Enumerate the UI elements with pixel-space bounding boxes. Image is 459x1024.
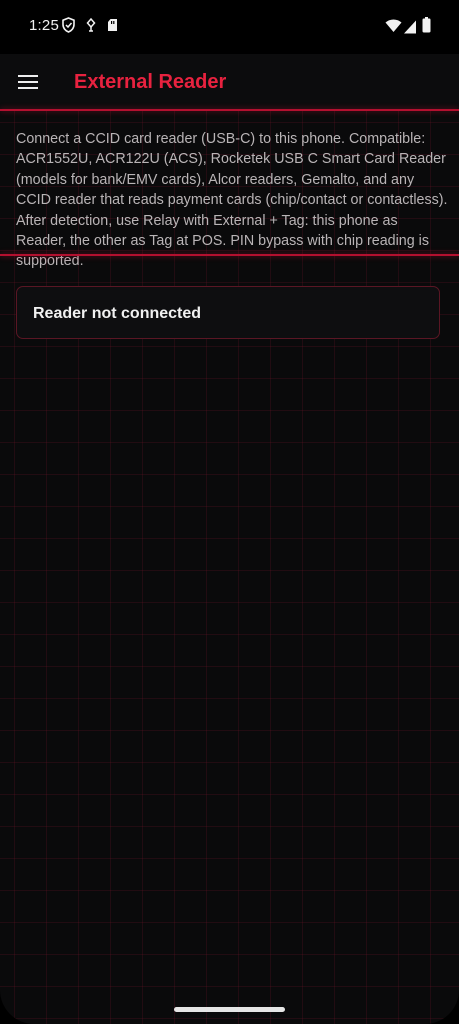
usb-debug-icon [86, 17, 96, 32]
screen: 1:25 External Reader Connect a CCID card… [0, 0, 459, 1024]
status-bar: 1:25 [0, 0, 459, 54]
reader-status-text: Reader not connected [33, 305, 202, 322]
menu-button[interactable] [8, 62, 48, 102]
reader-status-card: Reader not connected [16, 286, 440, 339]
app-bar: External Reader [0, 54, 459, 110]
wifi-icon [385, 19, 402, 32]
battery-icon [422, 17, 431, 33]
page-title: External Reader [74, 71, 227, 93]
gesture-nav-handle[interactable] [174, 1007, 285, 1012]
accent-divider-scan [0, 254, 459, 256]
sd-card-icon [108, 19, 117, 31]
shield-icon [62, 17, 75, 33]
description-text: Connect a CCID card reader (USB-C) to th… [16, 131, 448, 270]
accent-divider-top [0, 109, 459, 111]
cell-signal-icon [404, 20, 416, 34]
status-time: 1:25 [29, 17, 59, 34]
hamburger-menu-icon [18, 75, 38, 89]
